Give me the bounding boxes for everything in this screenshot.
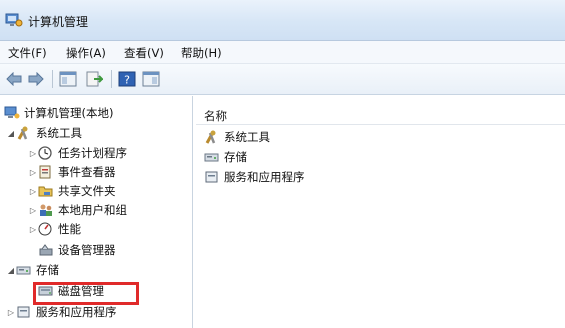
collapse-arrow-icon[interactable]: ◢ [6,129,16,138]
tree-item-shared-folders[interactable]: ▷ 共享文件夹 [28,182,116,200]
properties-icon[interactable] [141,69,161,89]
expand-arrow-icon[interactable]: ▷ [28,149,38,158]
computer-management-icon [4,106,20,120]
tree-label: 计算机管理(本地) [24,106,114,120]
performance-icon [38,222,54,236]
shared-folder-icon [38,184,54,198]
list-item-label: 存储 [224,150,247,164]
title-bar[interactable]: 计算机管理 [0,0,565,41]
clock-icon [38,146,54,160]
tree-label: 服务和应用程序 [36,305,117,319]
list-item-label: 服务和应用程序 [224,170,305,184]
console-tree: 计算机管理(本地) ◢ 系统工具 ▷ 任务计划程序 ▷ 事件查看器 ▷ 共享文件… [0,96,193,328]
tree-label: 事件查看器 [58,165,116,179]
tree-label: 性能 [58,222,81,236]
expand-arrow-icon[interactable]: ▷ [28,187,38,196]
tree-label: 磁盘管理 [58,284,104,298]
tree-item-local-users[interactable]: ▷ 本地用户和组 [28,201,127,219]
services-icon [16,305,32,319]
tree-label: 设备管理器 [58,243,116,257]
device-manager-icon [38,243,54,257]
tree-item-system-tools[interactable]: ◢ 系统工具 [6,124,82,142]
storage-icon [204,150,220,164]
tree-item-services-apps[interactable]: ▷ 服务和应用程序 [6,303,117,321]
tools-icon [16,126,32,140]
tree-label: 存储 [36,263,59,277]
tree-label: 系统工具 [36,126,82,140]
tree-item-task-scheduler[interactable]: ▷ 任务计划程序 [28,144,127,162]
expand-arrow-icon[interactable]: ▷ [6,308,16,317]
tree-label: 任务计划程序 [58,146,127,160]
disk-management-icon [38,284,54,298]
tree-item-root[interactable]: 计算机管理(本地) [4,104,113,122]
users-icon [38,203,54,217]
menu-action[interactable]: 操作(A) [66,45,106,61]
svg-text:?: ? [124,74,130,87]
list-item[interactable]: 存储 [204,148,247,166]
expand-arrow-icon[interactable]: ▷ [28,206,38,215]
toolbar: ? [0,64,565,95]
tree-item-event-viewer[interactable]: ▷ 事件查看器 [28,163,116,181]
services-icon [204,170,220,184]
tools-icon [204,130,220,144]
menu-help[interactable]: 帮助(H) [181,45,222,61]
menu-bar: 文件(F) 操作(A) 查看(V) 帮助(H) [0,41,565,64]
expand-arrow-icon[interactable]: ▷ [28,168,38,177]
column-header-name[interactable]: 名称 [196,106,565,125]
window-title: 计算机管理 [28,15,89,29]
tree-item-performance[interactable]: ▷ 性能 [28,220,81,238]
list-item[interactable]: 服务和应用程序 [204,168,305,186]
forward-arrow-icon[interactable] [26,69,46,89]
export-list-icon[interactable] [84,69,104,89]
expand-arrow-icon[interactable]: ▷ [28,225,38,234]
event-log-icon [38,165,54,179]
back-arrow-icon[interactable] [4,69,24,89]
tree-item-disk-management[interactable]: 磁盘管理 [38,282,104,300]
tree-label: 共享文件夹 [58,184,116,198]
details-list: 名称 系统工具 存储 服务和应用程序 [196,96,565,328]
list-item[interactable]: 系统工具 [204,128,270,146]
menu-file[interactable]: 文件(F) [8,45,47,61]
tree-item-storage[interactable]: ◢ 存储 [6,261,59,279]
storage-icon [16,263,32,277]
menu-view[interactable]: 查看(V) [124,45,164,61]
column-header-label: 名称 [204,109,227,123]
list-item-label: 系统工具 [224,130,270,144]
computer-management-icon [5,12,23,28]
help-icon[interactable]: ? [117,69,137,89]
tree-item-device-manager[interactable]: 设备管理器 [38,241,116,259]
tree-label: 本地用户和组 [58,203,127,217]
collapse-arrow-icon[interactable]: ◢ [6,266,16,275]
show-hide-tree-icon[interactable] [58,69,78,89]
